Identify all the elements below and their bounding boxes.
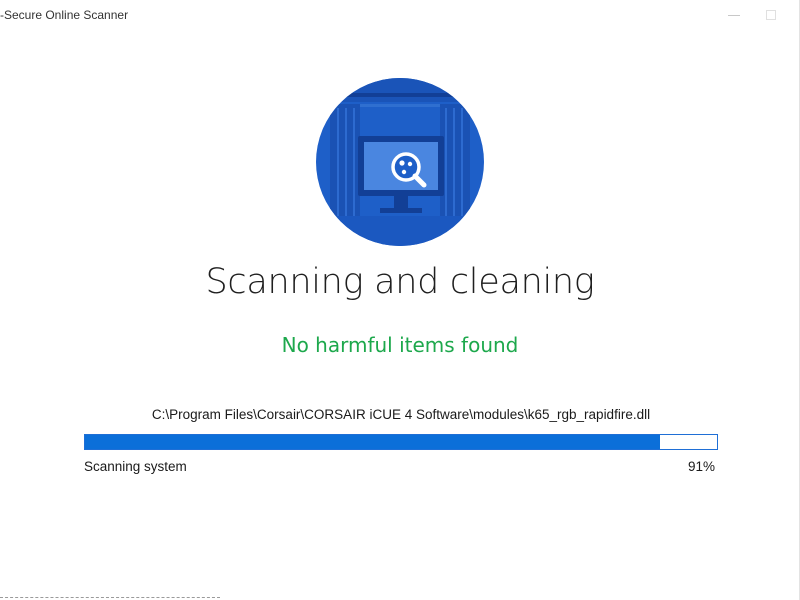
scan-phase-label: Scanning system [84,459,187,474]
scan-progress-bar [84,434,718,450]
scan-result-status: No harmful items found [281,333,519,357]
scan-progress-fill [85,435,661,449]
scan-percent: 91% [687,459,715,474]
window-title: -Secure Online Scanner [0,8,129,22]
current-file-path: C:\Program Files\Corsair\CORSAIR iCUE 4 … [151,407,651,422]
page-title: Scanning and cleaning [205,262,595,302]
title-bar[interactable]: -Secure Online Scanner [0,0,800,30]
bottom-divider [0,597,220,598]
maximize-button[interactable] [750,0,794,30]
minimize-icon [728,15,740,16]
scanner-window: -Secure Online Scanner Scanning and clea… [0,0,800,600]
maximize-icon [766,10,776,20]
scan-monitor-icon [316,78,484,246]
